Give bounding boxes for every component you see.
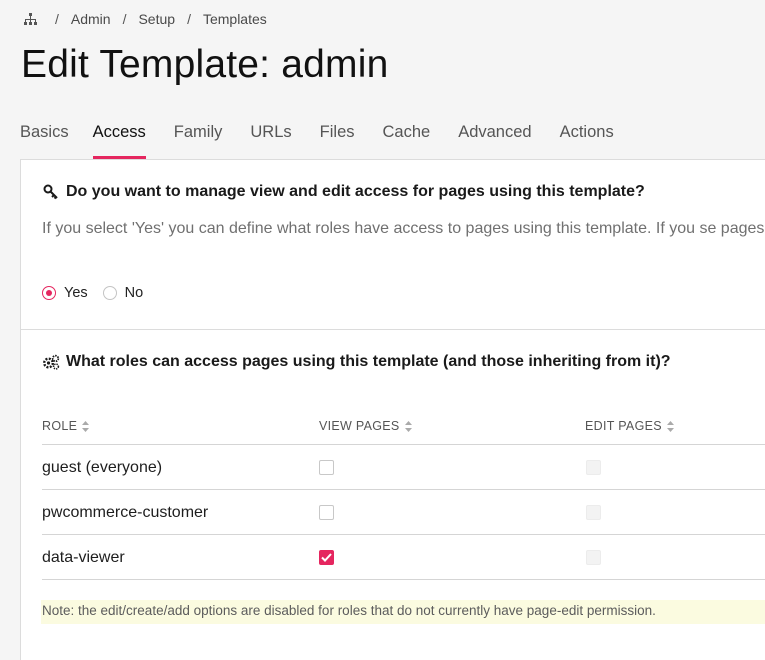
page-title: Edit Template: admin	[21, 43, 389, 86]
table-row-role: guest (everyone)	[42, 459, 163, 476]
sort-icon	[404, 420, 412, 432]
permission-note: Note: the edit/create/add options are di…	[41, 600, 765, 624]
column-header-edit-pages[interactable]: EDIT PAGES	[585, 419, 674, 433]
table-row-divider	[42, 579, 765, 580]
tab-cache[interactable]: Cache	[383, 118, 431, 160]
sort-icon	[82, 420, 90, 432]
tab-files[interactable]: Files	[320, 118, 355, 160]
breadcrumb-separator: /	[187, 11, 191, 27]
column-header-edit-label: EDIT PAGES	[585, 419, 662, 433]
tab-family[interactable]: Family	[174, 118, 223, 160]
access-question-heading: Do you want to manage view and edit acce…	[42, 183, 645, 201]
breadcrumb-templates[interactable]: Templates	[203, 11, 267, 27]
tab-advanced[interactable]: Advanced	[458, 118, 531, 160]
checkmark-icon	[321, 553, 332, 562]
table-header-divider	[42, 444, 765, 445]
column-header-view-pages[interactable]: VIEW PAGES	[319, 419, 412, 433]
table-row-role: data-viewer	[42, 549, 125, 566]
tab-urls[interactable]: URLs	[250, 118, 291, 160]
breadcrumb-admin[interactable]: Admin	[71, 11, 111, 27]
breadcrumb-separator: /	[55, 11, 59, 27]
radio-yes-label[interactable]: Yes	[64, 285, 88, 301]
tab-bar: Basics Access Family URLs Files Cache Ad…	[20, 118, 614, 160]
radio-yes[interactable]	[42, 286, 56, 300]
access-question-title: Do you want to manage view and edit acce…	[66, 183, 645, 200]
column-header-role-label: ROLE	[42, 419, 78, 433]
column-header-role[interactable]: ROLE	[42, 419, 90, 433]
view-pages-checkbox[interactable]	[319, 505, 334, 520]
column-header-view-label: VIEW PAGES	[319, 419, 400, 433]
tab-actions[interactable]: Actions	[560, 118, 614, 160]
sort-icon	[666, 420, 674, 432]
key-icon	[42, 183, 60, 201]
breadcrumb-setup[interactable]: Setup	[138, 11, 175, 27]
sitemap-icon[interactable]	[22, 11, 38, 27]
table-row-divider	[42, 534, 765, 535]
access-description: If you select 'Yes' you can define what …	[42, 220, 765, 237]
roles-title: What roles can access pages using this t…	[66, 353, 671, 370]
breadcrumb: / Admin / Setup / Templates	[22, 10, 267, 28]
gears-icon	[42, 353, 60, 371]
radio-no[interactable]	[102, 286, 117, 300]
table-row-divider	[42, 489, 765, 490]
table-row-role: pwcommerce-customer	[42, 504, 209, 521]
tab-access[interactable]: Access	[92, 118, 146, 160]
edit-pages-checkbox	[586, 550, 601, 565]
edit-pages-checkbox	[586, 505, 601, 520]
roles-heading: What roles can access pages using this t…	[42, 353, 671, 371]
view-pages-checkbox-checked[interactable]	[319, 550, 334, 565]
access-panel: Do you want to manage view and edit acce…	[20, 159, 765, 660]
radio-no-label[interactable]: No	[125, 285, 144, 301]
section-divider	[21, 329, 765, 330]
breadcrumb-separator: /	[122, 11, 127, 27]
tab-basics[interactable]: Basics	[20, 118, 69, 160]
edit-pages-checkbox	[586, 460, 601, 475]
access-radio-group: Yes No	[42, 285, 143, 301]
view-pages-checkbox[interactable]	[319, 460, 334, 475]
